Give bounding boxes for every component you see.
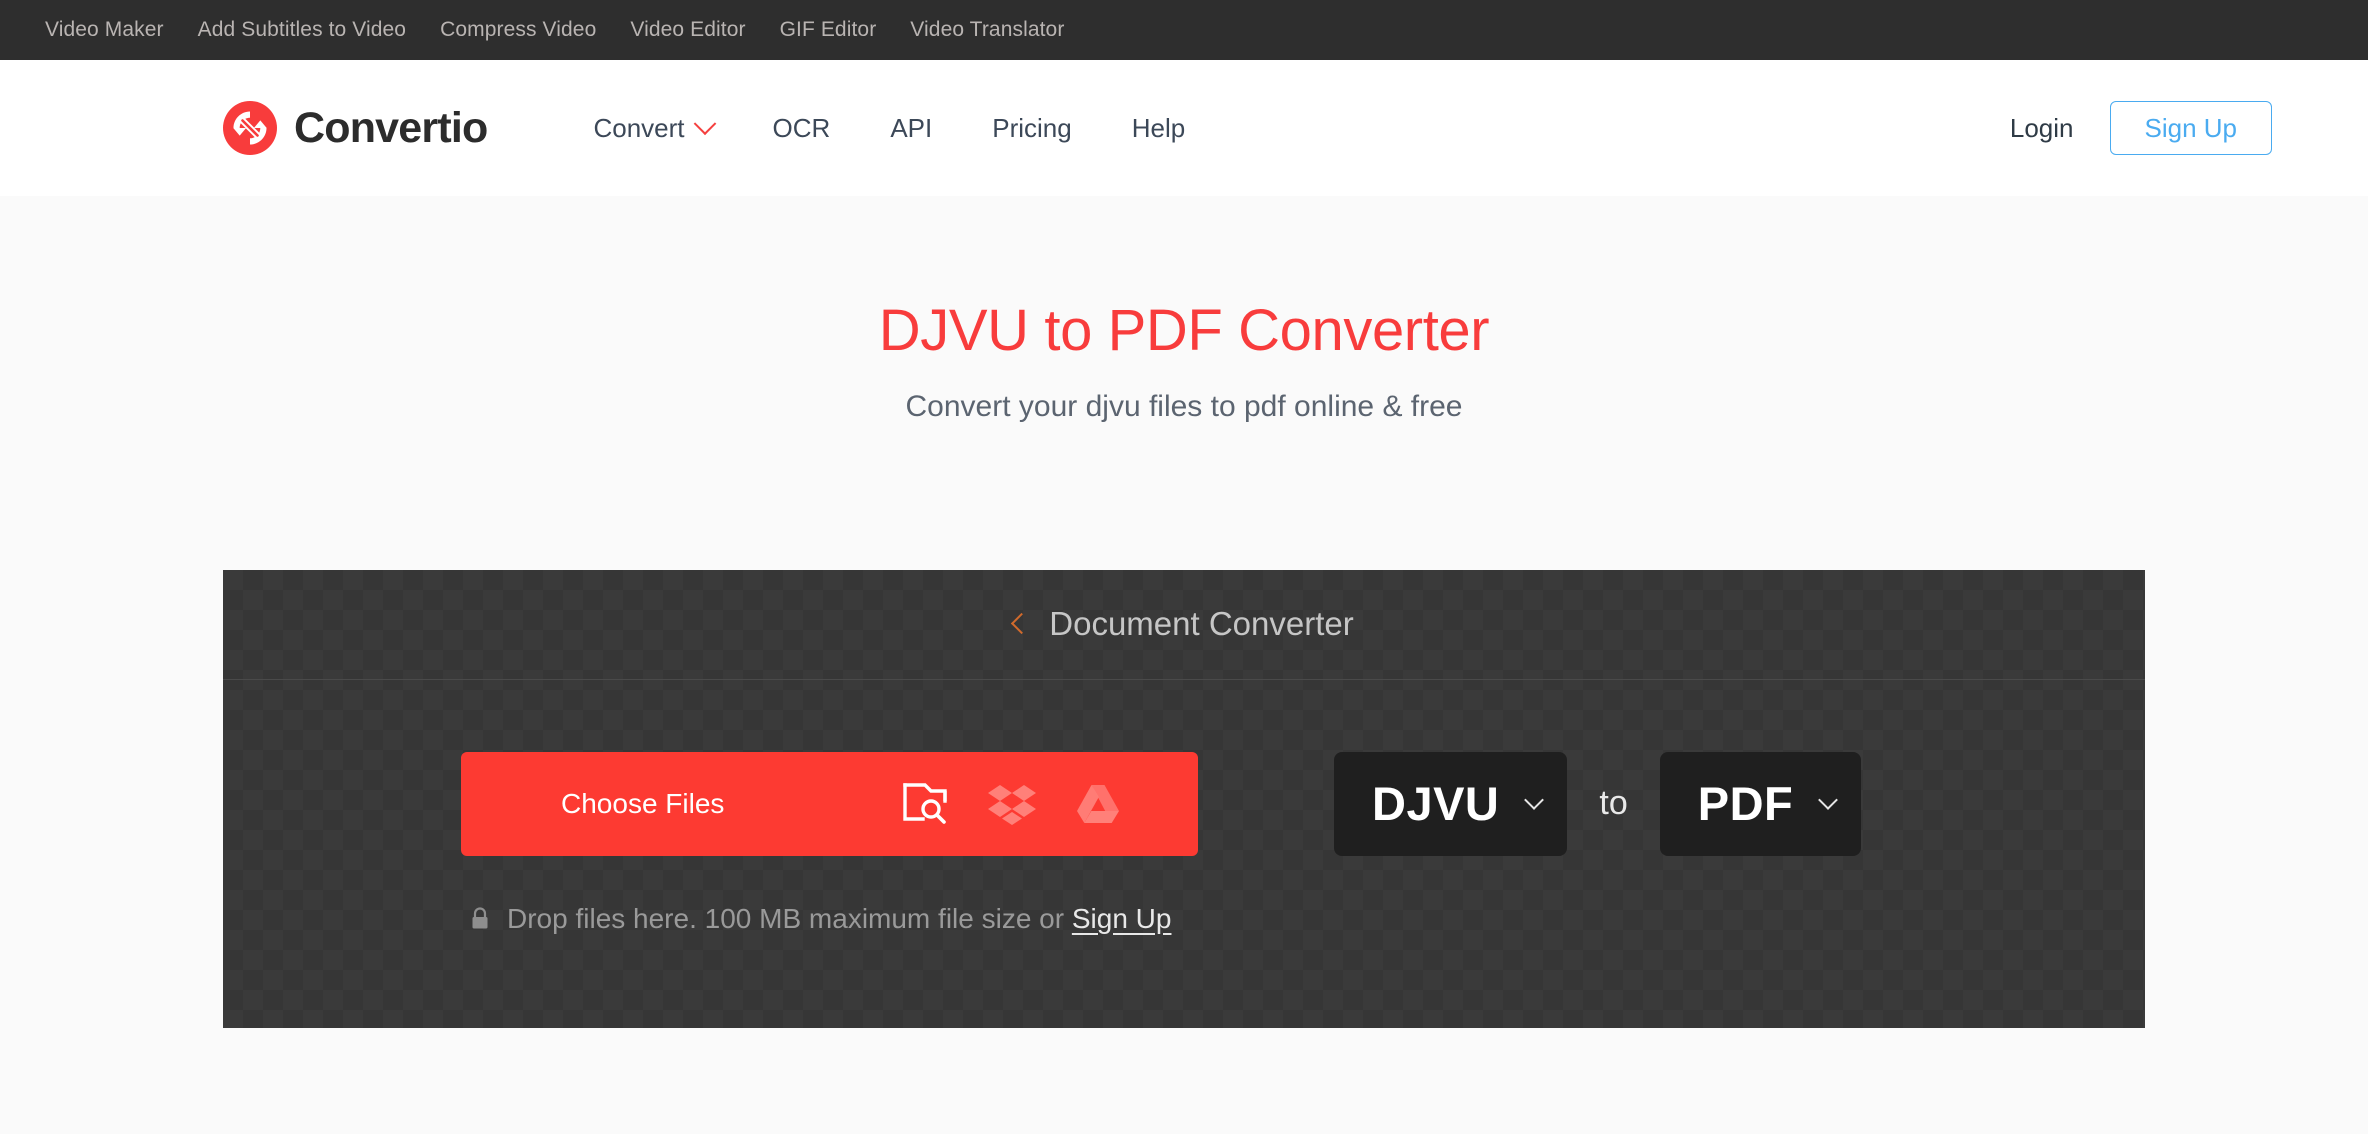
choose-files-column: Choose Files Drop files here. 100 MB max… xyxy=(223,751,1198,935)
nav-item-convert[interactable]: Convert xyxy=(563,112,742,144)
topbar-link-gif-editor[interactable]: GIF Editor xyxy=(763,18,894,42)
lock-icon xyxy=(472,907,488,929)
converter-panel-wrapper: Document Converter Choose Files Drop fil… xyxy=(0,569,2368,1028)
chevron-left-icon[interactable] xyxy=(1011,612,1033,634)
dropbox-icon[interactable] xyxy=(988,783,1036,825)
converter-panel-body: Choose Files Drop files here. 100 MB max… xyxy=(223,680,2145,935)
nav-item-pricing[interactable]: Pricing xyxy=(962,113,1101,144)
chevron-down-icon xyxy=(693,112,716,136)
chevron-down-icon xyxy=(1524,789,1545,810)
drop-zone-sign-up-link[interactable]: Sign Up xyxy=(1072,903,1172,934)
site-header: Convertio Convert OCR API Pricing Help L… xyxy=(0,60,2368,196)
converter-panel: Document Converter Choose Files Drop fil… xyxy=(223,569,2145,1028)
drop-zone-hint: Drop files here. 100 MB maximum file siz… xyxy=(471,903,1198,935)
page-subtitle: Convert your djvu files to pdf online & … xyxy=(905,389,1463,423)
page-title: DJVU to PDF Converter xyxy=(878,298,1490,363)
sign-up-button[interactable]: Sign Up xyxy=(2109,101,2272,155)
topbar-link-video-translator[interactable]: Video Translator xyxy=(893,18,1081,42)
convertio-logo-icon xyxy=(223,101,277,155)
converter-panel-title: Document Converter xyxy=(1049,605,1354,643)
main-navigation: Convert OCR API Pricing Help xyxy=(563,112,1215,144)
format-to-label: to xyxy=(1599,784,1628,823)
brand-logo-link[interactable]: Convertio xyxy=(222,100,488,156)
hero-section: DJVU to PDF Converter Convert your djvu … xyxy=(0,196,2368,424)
topbar-link-video-maker[interactable]: Video Maker xyxy=(28,18,181,42)
source-format-select[interactable]: DJVU xyxy=(1334,751,1568,856)
nav-item-ocr[interactable]: OCR xyxy=(743,113,861,144)
nav-item-help[interactable]: Help xyxy=(1102,113,1215,144)
drop-zone-text-main: Drop files here. 100 MB maximum file siz… xyxy=(507,902,1072,934)
google-drive-icon[interactable] xyxy=(1076,784,1120,824)
topbar-link-add-subtitles[interactable]: Add Subtitles to Video xyxy=(181,18,423,42)
login-link[interactable]: Login xyxy=(2010,113,2074,144)
nav-item-convert-label: Convert xyxy=(593,112,685,143)
header-account-actions: Login Sign Up xyxy=(2010,101,2272,155)
brand-name: Convertio xyxy=(294,103,488,152)
format-selectors: DJVU to PDF xyxy=(1334,751,1862,856)
chevron-down-icon xyxy=(1818,789,1839,810)
nav-item-api[interactable]: API xyxy=(860,113,962,144)
topbar-link-video-editor[interactable]: Video Editor xyxy=(613,18,762,42)
choose-files-button[interactable]: Choose Files xyxy=(461,751,1198,856)
drop-zone-text: Drop files here. 100 MB maximum file siz… xyxy=(507,903,1171,935)
file-source-icons xyxy=(902,782,1198,826)
topbar-link-compress-video[interactable]: Compress Video xyxy=(423,18,613,42)
choose-files-label: Choose Files xyxy=(561,787,725,819)
file-browse-icon[interactable] xyxy=(902,782,948,826)
target-format-select[interactable]: PDF xyxy=(1659,751,1862,856)
source-format-value: DJVU xyxy=(1372,777,1500,831)
converter-panel-header[interactable]: Document Converter xyxy=(223,570,2145,680)
target-format-value: PDF xyxy=(1697,777,1794,831)
top-utility-bar: Video Maker Add Subtitles to Video Compr… xyxy=(0,0,2368,60)
